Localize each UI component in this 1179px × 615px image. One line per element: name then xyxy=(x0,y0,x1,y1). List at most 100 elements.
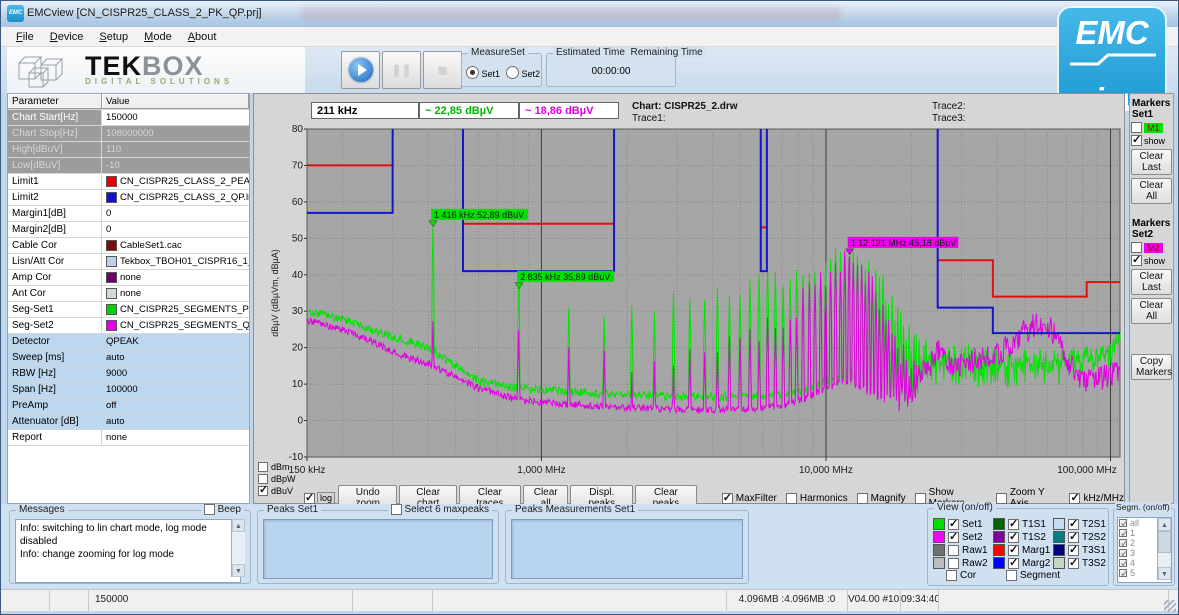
marker-label: 2 835 kHz 35,89 dBuV xyxy=(520,272,610,282)
param-row[interactable]: PreAmpoff xyxy=(8,398,249,414)
view-toggle-cor[interactable]: Cor xyxy=(946,570,993,581)
param-row[interactable]: Chart Start[Hz]150000 xyxy=(8,110,249,126)
param-row[interactable]: Sweep [ms]auto xyxy=(8,350,249,366)
param-row[interactable]: DetectorQPEAK xyxy=(8,334,249,350)
param-row[interactable]: RBW [Hz]9000 xyxy=(8,366,249,382)
title-bar[interactable]: EMC EMCview [CN_CISPR25_CLASS_2_PK_QP.pr… xyxy=(1,1,1178,28)
view-toggle-t1s2[interactable]: T1S2 xyxy=(993,531,1053,543)
run-button[interactable] xyxy=(341,51,380,89)
param-row[interactable]: Ant Cornone xyxy=(8,286,249,302)
view-toggle-marg1[interactable]: Marg1 xyxy=(993,544,1053,556)
clear-last-button[interactable]: Clear Last xyxy=(1131,149,1172,175)
radio-set2[interactable]: Set2 xyxy=(506,66,540,79)
param-row[interactable]: Span [Hz]100000 xyxy=(8,382,249,398)
unit-checkbox-dbuv[interactable]: dBuV xyxy=(258,485,296,497)
x-tick-label: 10,000 MHz xyxy=(799,465,853,476)
svg-text:80: 80 xyxy=(292,124,304,135)
view-toggle-marg2[interactable]: Marg2 xyxy=(993,557,1053,569)
trace-color-swatch-icon xyxy=(933,544,945,556)
peaks-set1-list[interactable] xyxy=(263,519,493,579)
peaks-measurements-list[interactable] xyxy=(511,519,743,579)
messages-group: Messages Beep Info: switching to lin cha… xyxy=(9,510,251,584)
view-toggle-set2[interactable]: Set2 xyxy=(933,531,993,543)
pause-button[interactable]: ❚❚ xyxy=(382,51,421,89)
clear-last-button[interactable]: Clear Last xyxy=(1131,269,1172,295)
plot-background xyxy=(307,129,1120,457)
param-row[interactable]: Amp Cornone xyxy=(8,270,249,286)
spectrum-plot[interactable]: -1001020304050607080dBµV (dBµVm, dBµA)15… xyxy=(254,94,1124,503)
marker-m2-checkbox[interactable]: M2 xyxy=(1131,242,1172,253)
svg-text:30: 30 xyxy=(292,306,304,317)
view-toggle-t2s2[interactable]: T2S2 xyxy=(1053,531,1105,543)
menu-item-setup[interactable]: Setup xyxy=(92,29,135,45)
maxpeaks-checkbox[interactable]: Select 6 maxpeaks xyxy=(388,504,493,515)
clear-all-button[interactable]: Clear All xyxy=(1131,298,1172,324)
messages-scrollbar[interactable]: ▲▼ xyxy=(231,519,245,577)
svg-text:50: 50 xyxy=(292,233,304,244)
segm-list[interactable]: all12345 ▲▼ xyxy=(1117,517,1172,583)
status-cell xyxy=(50,590,89,611)
beep-checkbox[interactable]: Beep xyxy=(201,504,244,515)
param-row[interactable]: Limit1CN_CISPR25_CLASS_2_PEAK.lim xyxy=(8,174,249,190)
color-swatch-icon xyxy=(106,288,117,299)
param-row[interactable]: Margin2[dB]0 xyxy=(8,222,249,238)
segm-scrollbar[interactable]: ▲▼ xyxy=(1157,518,1171,580)
menu-item-about[interactable]: About xyxy=(181,29,224,45)
trace-color-swatch-icon xyxy=(1053,531,1065,543)
param-row[interactable]: Attenuator [dB]auto xyxy=(8,414,249,430)
bottom-band: Messages Beep Info: switching to lin cha… xyxy=(1,504,1178,589)
param-row[interactable]: Reportnone xyxy=(8,430,249,446)
svg-text:0: 0 xyxy=(297,416,303,427)
radio-set1[interactable]: Set1 xyxy=(466,66,500,79)
trace-color-swatch-icon xyxy=(993,544,1005,556)
status-cell xyxy=(939,590,1169,611)
trace-color-swatch-icon xyxy=(933,518,945,530)
time-value: 00:00:00 xyxy=(547,66,675,77)
param-row[interactable]: Chart Stop[Hz]108000000 xyxy=(8,126,249,142)
view-toggle-t1s1[interactable]: T1S1 xyxy=(993,518,1053,530)
status-cell: 4.096MB :4.096MB :0 xyxy=(727,590,848,611)
markers-set1-title: MarkersSet1 xyxy=(1132,98,1173,120)
status-cell xyxy=(1,590,50,611)
pause-icon: ❚❚ xyxy=(391,63,411,77)
view-toggle-t2s1[interactable]: T2S1 xyxy=(1053,518,1105,530)
chart-panel: 211 kHz ~ 22,85 dBµV ~ 18,86 dBµV Chart:… xyxy=(253,93,1125,504)
show-checkbox[interactable]: show xyxy=(1131,135,1172,146)
time-labels: Estimated Time Remaining Time xyxy=(553,47,706,58)
measureset-label: MeasureSet xyxy=(468,47,528,58)
view-toggle-segment[interactable]: Segment xyxy=(1006,570,1053,581)
clear-all-button[interactable]: Clear All xyxy=(1131,178,1172,204)
view-toggle-t3s2[interactable]: T3S2 xyxy=(1053,557,1105,569)
param-row[interactable]: Cable CorCableSet1.cac xyxy=(8,238,249,254)
view-onoff-title: View (on/off) xyxy=(934,502,996,513)
segm-onoff-title: Segm. (on/off) xyxy=(1115,502,1171,512)
resize-grip[interactable] xyxy=(1164,600,1176,612)
param-row[interactable]: Low[dBuV]-10 xyxy=(8,158,249,174)
messages-list[interactable]: Info: switching to lin chart mode, log m… xyxy=(15,519,241,583)
view-toggle-t3s1[interactable]: T3S1 xyxy=(1053,544,1105,556)
view-toggle-raw2[interactable]: Raw2 xyxy=(933,557,993,569)
param-row[interactable]: Margin1[dB]0 xyxy=(8,206,249,222)
param-row[interactable]: Seg-Set2CN_CISPR25_SEGMENTS_QP.seg xyxy=(8,318,249,334)
svg-text:40: 40 xyxy=(292,270,304,281)
stop-button[interactable]: ◼ xyxy=(423,51,462,89)
show-checkbox[interactable]: show xyxy=(1131,255,1172,266)
trace-color-swatch-icon xyxy=(993,557,1005,569)
unit-checkbox-dbm[interactable]: dBm xyxy=(258,461,296,473)
log-checkbox[interactable]: log xyxy=(304,492,335,504)
trace-color-swatch-icon xyxy=(993,518,1005,530)
param-row[interactable]: Limit2CN_CISPR25_CLASS_2_QP.lim xyxy=(8,190,249,206)
param-row[interactable]: High[dBuV]110 xyxy=(8,142,249,158)
menu-item-file[interactable]: File xyxy=(9,29,41,45)
marker-m1-checkbox[interactable]: M1 xyxy=(1131,122,1172,133)
menu-item-device[interactable]: Device xyxy=(43,29,91,45)
svg-text:60: 60 xyxy=(292,197,304,208)
param-row[interactable]: Seg-Set1CN_CISPR25_SEGMENTS_PEAK.seg xyxy=(8,302,249,318)
copy-markers-button[interactable]: Copy Markers xyxy=(1131,354,1172,380)
view-toggle-raw1[interactable]: Raw1 xyxy=(933,544,993,556)
menu-item-mode[interactable]: Mode xyxy=(137,29,179,45)
peaks-measurements-title: Peaks Measurements Set1 xyxy=(512,504,638,515)
color-swatch-icon xyxy=(106,320,117,331)
param-row[interactable]: Lisn/Att CorTekbox_TBOH01_CISPR16_1_2_A_… xyxy=(8,254,249,270)
view-toggle-set1[interactable]: Set1 xyxy=(933,518,993,530)
